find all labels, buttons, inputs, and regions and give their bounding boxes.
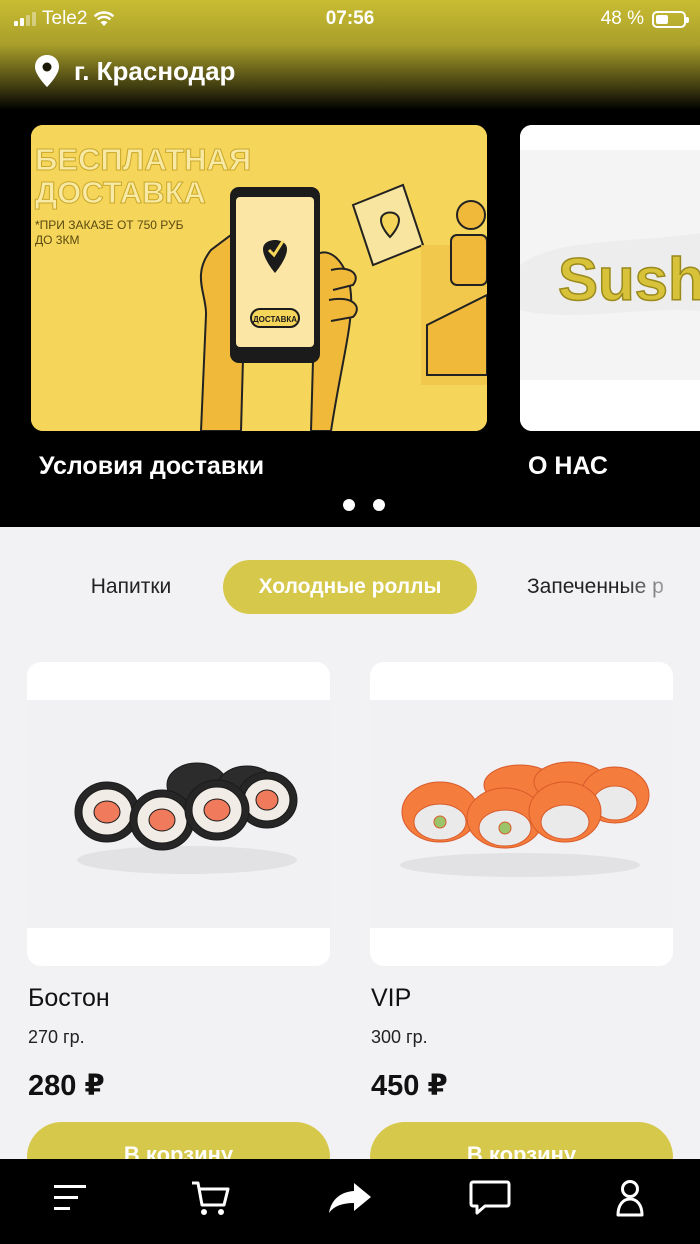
battery-icon xyxy=(652,10,689,28)
clock: 07:56 xyxy=(325,8,375,29)
battery-status: 48 % xyxy=(600,8,689,30)
product-price: 280 ₽ xyxy=(28,1070,105,1102)
banner-note-1: *ПРИ ЗАКАЗЕ ОТ 750 РУБ xyxy=(35,218,184,232)
category-tabs: Напитки Холодные роллы Запеченные р xyxy=(0,560,700,614)
status-bar: Tele2 07:56 48 % xyxy=(0,0,700,36)
share-icon xyxy=(329,1182,371,1213)
product-weight: 270 гр. xyxy=(28,1027,85,1047)
banner-note-2: ДО 3КМ xyxy=(35,233,79,247)
tab-cold-rolls[interactable]: Холодные роллы xyxy=(223,560,477,614)
location-pin-icon xyxy=(35,55,59,87)
city-selector[interactable]: г. Краснодар xyxy=(34,54,235,88)
carousel-dot[interactable] xyxy=(343,499,355,511)
banner-headline-1: БЕСПЛАТНАЯ xyxy=(35,142,251,177)
banner-delivery[interactable]: БЕСПЛАТНАЯ ДОСТАВКА *ПРИ ЗАКАЗЕ ОТ 750 Р… xyxy=(31,125,487,431)
carousel-dot[interactable] xyxy=(373,499,385,511)
chat-icon xyxy=(469,1180,511,1214)
product-name[interactable]: VIP xyxy=(371,984,411,1013)
tab-chat[interactable] xyxy=(460,1168,520,1228)
tab-share[interactable] xyxy=(320,1168,380,1228)
delivery-illustration: БЕСПЛАТНАЯ ДОСТАВКА *ПРИ ЗАКАЗЕ ОТ 750 Р… xyxy=(31,125,487,431)
brand-logo-text: Sush xyxy=(558,246,700,313)
roll-image-vip xyxy=(370,700,673,928)
phone-delivery-label: ДОСТАВКА xyxy=(253,315,297,324)
tab-profile[interactable] xyxy=(600,1168,660,1228)
banner-caption-about[interactable]: О НАС xyxy=(528,452,608,481)
header: Tele2 07:56 48 % г. Краснодар БЕСПЛАТНАЯ… xyxy=(0,0,700,527)
product-image xyxy=(370,700,673,928)
banner-about[interactable]: Sush xyxy=(520,125,700,431)
product-image xyxy=(27,700,330,928)
tab-drinks[interactable]: Напитки xyxy=(56,560,206,614)
tab-baked-rolls[interactable]: Запеченные р xyxy=(506,560,700,614)
carousel-dots xyxy=(343,499,385,511)
menu-icon xyxy=(54,1184,86,1210)
banner-caption-delivery[interactable]: Условия доставки xyxy=(39,452,264,481)
tab-cart[interactable] xyxy=(180,1168,240,1228)
product-name[interactable]: Бостон xyxy=(28,984,110,1013)
product-price: 450 ₽ xyxy=(371,1070,448,1102)
bottom-tab-bar xyxy=(0,1159,700,1244)
roll-image-boston xyxy=(27,700,330,928)
profile-icon xyxy=(616,1179,644,1216)
cart-icon xyxy=(192,1181,230,1215)
city-name: г. Краснодар xyxy=(74,55,236,86)
product-card-vip[interactable] xyxy=(370,662,673,966)
banner-headline-2: ДОСТАВКА xyxy=(35,175,206,210)
product-weight: 300 гр. xyxy=(371,1027,428,1047)
brand-logo: Sush xyxy=(520,125,700,431)
battery-percent: 48 % xyxy=(600,8,644,29)
product-card-boston[interactable] xyxy=(27,662,330,966)
tab-menu[interactable] xyxy=(40,1168,100,1228)
